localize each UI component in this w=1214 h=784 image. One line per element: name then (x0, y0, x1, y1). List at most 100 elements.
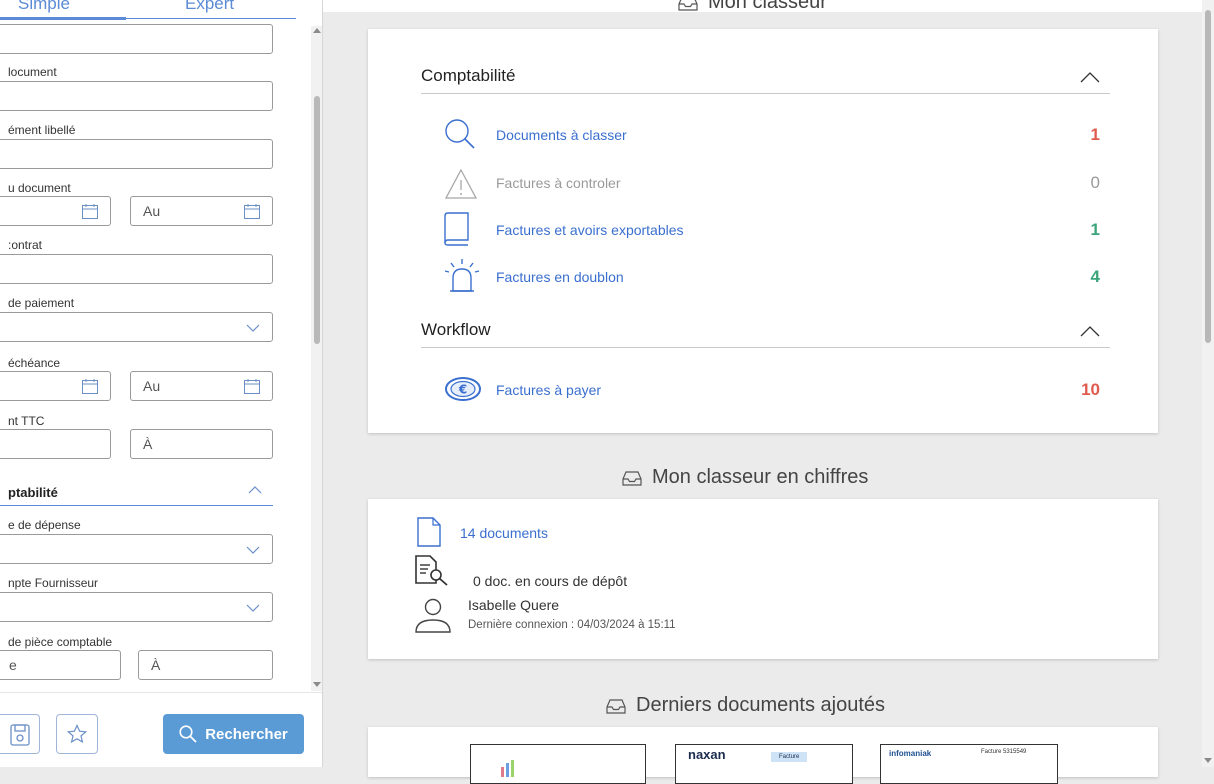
chevron-down-icon (246, 324, 260, 332)
search-panel: Simple Expert locument ément libellé u d… (0, 0, 323, 767)
derniers-card: naxan Facture infomaniak Facture 5315549 (368, 727, 1158, 784)
row-count: 10 (1081, 380, 1100, 399)
row-label[interactable]: Factures et avoirs exportables (496, 222, 684, 238)
piece-from-placeholder: e (9, 657, 17, 673)
chevron-up-icon[interactable] (1080, 326, 1100, 337)
row-label[interactable]: Factures à payer (496, 382, 601, 398)
date-document-label: u document (8, 181, 71, 195)
echeance-to-placeholder: Au (143, 378, 161, 394)
document-icon (417, 517, 441, 547)
search-actions-bar: Rechercher (0, 692, 322, 767)
floppy-disk-icon (10, 724, 30, 746)
tab-expert[interactable]: Expert (185, 0, 234, 14)
save-search-button[interactable] (0, 714, 40, 754)
user-icon (415, 598, 451, 633)
ttc-from-input[interactable] (0, 429, 111, 459)
field-input-top[interactable] (0, 24, 273, 54)
scroll-thumb[interactable] (314, 96, 320, 344)
row-count: 1 (1090, 125, 1100, 144)
derniers-header: Derniers documents ajoutés (606, 694, 885, 717)
derniers-title: Derniers documents ajoutés (636, 694, 886, 716)
chevron-up-icon[interactable] (248, 486, 262, 494)
scroll-thumb[interactable] (1205, 10, 1211, 343)
user-name: Isabelle Quere (468, 597, 560, 613)
inbox-icon (622, 470, 642, 486)
scroll-down-arrow[interactable] (313, 682, 321, 687)
document-input[interactable] (0, 81, 273, 111)
last-login: Dernière connexion : 04/03/2024 à 15:11 (468, 619, 676, 631)
chiffres-card: 14 documents 0 doc. en cours de dépôt Is… (368, 499, 1158, 659)
group-title-comptabilite: Comptabilité (421, 66, 516, 85)
contrat-input[interactable] (0, 254, 273, 284)
warning-icon (444, 168, 478, 199)
star-icon (67, 724, 87, 744)
depot-status: 0 doc. en cours de dépôt (473, 573, 628, 589)
calendar-icon[interactable] (244, 379, 260, 394)
echeance-label: échéance (8, 356, 61, 370)
group-divider (421, 347, 1110, 348)
search-icon (445, 119, 475, 149)
chevron-up-icon[interactable] (1080, 72, 1100, 83)
scroll-up-arrow[interactable] (313, 28, 321, 33)
row-count: 1 (1090, 220, 1100, 239)
calendar-icon[interactable] (82, 204, 98, 219)
paiement-label: de paiement (8, 296, 75, 310)
documents-count-link[interactable]: 14 documents (460, 525, 548, 541)
piece-from-input[interactable]: e (0, 650, 121, 680)
date-document-to-placeholder: Au (143, 203, 161, 219)
date-document-to-input[interactable]: Au (130, 196, 273, 226)
echeance-to-input[interactable]: Au (130, 371, 273, 401)
group-title-workflow: Workflow (421, 320, 491, 339)
search-icon (179, 725, 197, 743)
chiffres-title: Mon classeur en chiffres (652, 466, 869, 488)
search-button[interactable]: Rechercher (163, 714, 304, 754)
document-thumbnail[interactable]: naxan Facture (675, 744, 853, 784)
section-divider (0, 505, 273, 506)
row-label[interactable]: Factures à controler (496, 175, 621, 191)
thumb-ref: Facture 5315549 (981, 749, 1027, 755)
left-scrollbar[interactable] (311, 26, 322, 691)
calendar-icon[interactable] (82, 379, 98, 394)
mon-classeur-header: Mon classeur (678, 0, 827, 14)
echeance-from-input[interactable] (0, 371, 111, 401)
search-button-label: Rechercher (205, 725, 288, 743)
scroll-down-arrow[interactable] (1204, 758, 1212, 763)
alarm-light-icon (444, 259, 480, 292)
document-thumbnail[interactable]: infomaniak Facture 5315549 (880, 744, 1058, 784)
document-thumbnail[interactable] (470, 744, 646, 784)
ttc-label: nt TTC (8, 414, 45, 428)
row-count: 0 (1090, 173, 1100, 192)
favorite-button[interactable] (56, 714, 98, 754)
chiffres-header: Mon classeur en chiffres (622, 466, 868, 489)
depense-label: e de dépense (8, 518, 81, 532)
mini-bar-chart-icon (501, 760, 514, 777)
thumb-brand: naxan (688, 747, 726, 762)
row-count: 4 (1090, 267, 1100, 286)
svg-text:€: € (458, 383, 467, 397)
date-document-from-input[interactable] (0, 196, 111, 226)
tab-simple[interactable]: Simple (18, 0, 70, 14)
libelle-label: ément libellé (8, 123, 76, 137)
group-divider (421, 93, 1110, 94)
depense-select[interactable] (0, 534, 273, 564)
fournisseur-select[interactable] (0, 592, 273, 622)
piece-comptable-label: de pièce comptable (8, 635, 113, 649)
piece-to-input[interactable]: À (138, 650, 273, 680)
document-search-icon (415, 555, 448, 586)
comptabilite-section-title: ptabilité (8, 485, 58, 500)
libelle-input[interactable] (0, 139, 273, 169)
document-label: locument (8, 65, 57, 79)
row-label[interactable]: Factures en doublon (496, 269, 624, 285)
thumb-brand: infomaniak (889, 749, 932, 758)
euro-coin-icon: € (445, 377, 481, 401)
ttc-to-input[interactable]: À (130, 429, 273, 459)
search-mode-tabs: Simple Expert (0, 0, 296, 24)
paiement-select[interactable] (0, 312, 273, 342)
row-label[interactable]: Documents à classer (496, 127, 627, 143)
chevron-down-icon (246, 604, 260, 612)
main-scrollbar[interactable] (1202, 0, 1214, 767)
contrat-label: :ontrat (8, 238, 43, 252)
ttc-to-placeholder: À (143, 436, 153, 452)
calendar-icon[interactable] (244, 204, 260, 219)
mon-classeur-title: Mon classeur (708, 0, 827, 13)
